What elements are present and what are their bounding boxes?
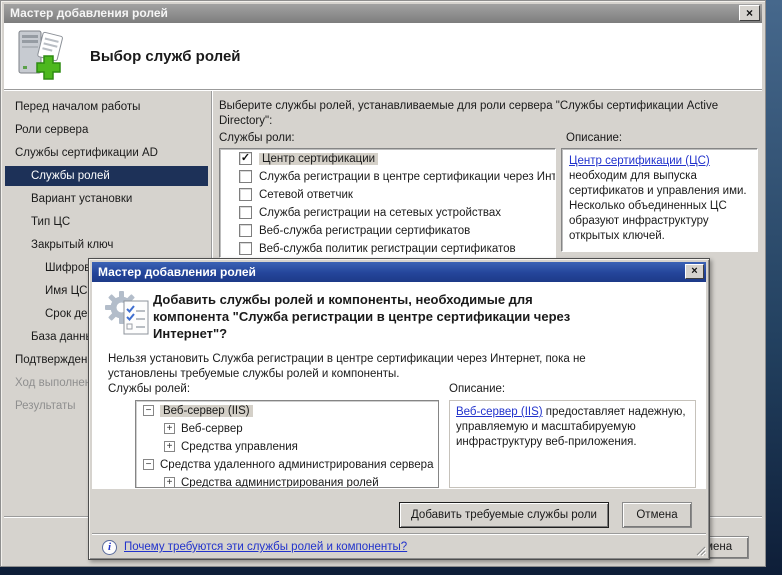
- tree-row[interactable]: − Веб-сервер (IIS): [136, 402, 438, 419]
- role-service-label: Веб-служба регистрации сертификатов: [259, 224, 471, 237]
- tree-row[interactable]: + Веб-сервер: [136, 420, 438, 437]
- tree-label: Средства удаленного администрирования се…: [160, 458, 434, 471]
- role-services-list[interactable]: ✓ Центр сертификации Служба регистрации …: [219, 148, 556, 258]
- role-service-label: Веб-служба политик регистрации сертифика…: [259, 242, 516, 255]
- role-service-label: Сетевой ответчик: [259, 188, 353, 201]
- checkbox-icon[interactable]: [239, 206, 252, 219]
- tree-row[interactable]: + Средства администрирования ролей: [136, 474, 438, 488]
- role-service-row[interactable]: Веб-служба политик регистрации сертифика…: [220, 240, 555, 257]
- tree-label: Средства администрирования ролей: [181, 476, 379, 488]
- role-service-label: Служба регистрации в центре сертификации…: [259, 170, 556, 183]
- collapse-icon[interactable]: −: [143, 405, 154, 416]
- sidebar-item-ad-cert-services[interactable]: Службы сертификации AD: [1, 143, 208, 163]
- wizard-header: Выбор служб ролей: [4, 23, 762, 89]
- dialog-cancel-button[interactable]: Отмена: [622, 502, 692, 528]
- sidebar-item-ca-type[interactable]: Тип ЦС: [1, 212, 208, 232]
- dialog-role-services-label: Службы ролей:: [108, 383, 191, 395]
- dialog-titlebar[interactable]: Мастер добавления ролей ×: [92, 262, 706, 282]
- description-text: необходим для выпуска сертификатов и упр…: [569, 170, 747, 242]
- server-add-roles-icon: [18, 30, 63, 80]
- dialog-body-text: Нельзя установить Служба регистрации в ц…: [108, 353, 586, 380]
- sidebar-item-server-roles[interactable]: Роли сервера: [1, 120, 208, 140]
- collapse-icon[interactable]: −: [143, 459, 154, 470]
- checkbox-checked-icon[interactable]: ✓: [239, 152, 252, 165]
- checkbox-icon[interactable]: [239, 188, 252, 201]
- role-services-list-label: Службы роли:: [219, 132, 295, 144]
- page-title: Выбор служб ролей: [90, 48, 241, 65]
- desktop-background: Мастер добавления ролей × Выбор служб ро…: [0, 0, 782, 575]
- sidebar-item-role-services[interactable]: Службы ролей: [5, 166, 208, 186]
- info-icon: i: [102, 540, 117, 555]
- description-link[interactable]: Центр сертификации (ЦС): [569, 155, 710, 167]
- required-role-services-dialog: Мастер добавления ролей × Добавить служб…: [88, 258, 710, 560]
- add-required-role-services-button[interactable]: Добавить требуемые службы роли: [399, 502, 609, 528]
- why-required-link[interactable]: Почему требуются эти службы ролей и комп…: [124, 541, 407, 553]
- role-service-row[interactable]: Служба регистрации в центре сертификации…: [220, 168, 555, 185]
- dialog-body: Добавить службы ролей и компоненты, необ…: [92, 282, 706, 489]
- tree-row[interactable]: − Средства удаленного администрирования …: [136, 456, 438, 473]
- tree-row[interactable]: + Средства управления: [136, 438, 438, 455]
- role-service-label: Служба регистрации на сетевых устройства…: [259, 206, 502, 219]
- dialog-heading: Добавить службы ролей и компоненты, необ…: [153, 292, 571, 341]
- checkbox-icon[interactable]: [239, 242, 252, 255]
- gear-checklist-icon: [105, 291, 149, 335]
- tree-label: Веб-сервер (IIS): [160, 404, 253, 417]
- resize-grip[interactable]: [693, 543, 706, 556]
- expand-icon[interactable]: +: [164, 477, 175, 487]
- expand-icon[interactable]: +: [164, 441, 175, 452]
- window-titlebar[interactable]: Мастер добавления ролей ×: [4, 4, 762, 23]
- dialog-description-panel: Веб-сервер (IIS) предоставляет надежную,…: [449, 400, 696, 488]
- close-icon[interactable]: ×: [685, 264, 704, 279]
- role-service-row[interactable]: Сетевой ответчик: [220, 186, 555, 203]
- role-service-row[interactable]: Веб-служба регистрации сертификатов: [220, 222, 555, 239]
- description-label: Описание:: [566, 132, 623, 144]
- checkbox-icon[interactable]: [239, 170, 252, 183]
- tree-label: Веб-сервер: [181, 422, 243, 435]
- page-intro-text: Выберите службы ролей, устанавливаемые д…: [219, 100, 719, 127]
- role-service-row[interactable]: Служба регистрации на сетевых устройства…: [220, 204, 555, 221]
- dialog-description-label: Описание:: [449, 383, 506, 395]
- description-panel: Центр сертификации (ЦС) необходим для вы…: [561, 148, 758, 252]
- close-icon[interactable]: ×: [739, 5, 760, 21]
- checkbox-icon[interactable]: [239, 224, 252, 237]
- dialog-footer-divider: [92, 533, 706, 535]
- sidebar-item-setup-type[interactable]: Вариант установки: [1, 189, 208, 209]
- sidebar-item-private-key[interactable]: Закрытый ключ: [1, 235, 208, 255]
- window-title: Мастер добавления ролей: [10, 6, 168, 20]
- tree-label: Средства управления: [181, 440, 298, 453]
- role-service-row[interactable]: ✓ Центр сертификации: [220, 150, 555, 167]
- role-service-label: Центр сертификации: [259, 152, 379, 165]
- dialog-title: Мастер добавления ролей: [98, 265, 256, 279]
- dialog-description-link[interactable]: Веб-сервер (IIS): [456, 406, 543, 418]
- expand-icon[interactable]: +: [164, 423, 175, 434]
- required-services-tree[interactable]: − Веб-сервер (IIS) + Веб-сервер + Средст…: [135, 400, 439, 488]
- sidebar-item-before-you-begin[interactable]: Перед началом работы: [1, 97, 208, 117]
